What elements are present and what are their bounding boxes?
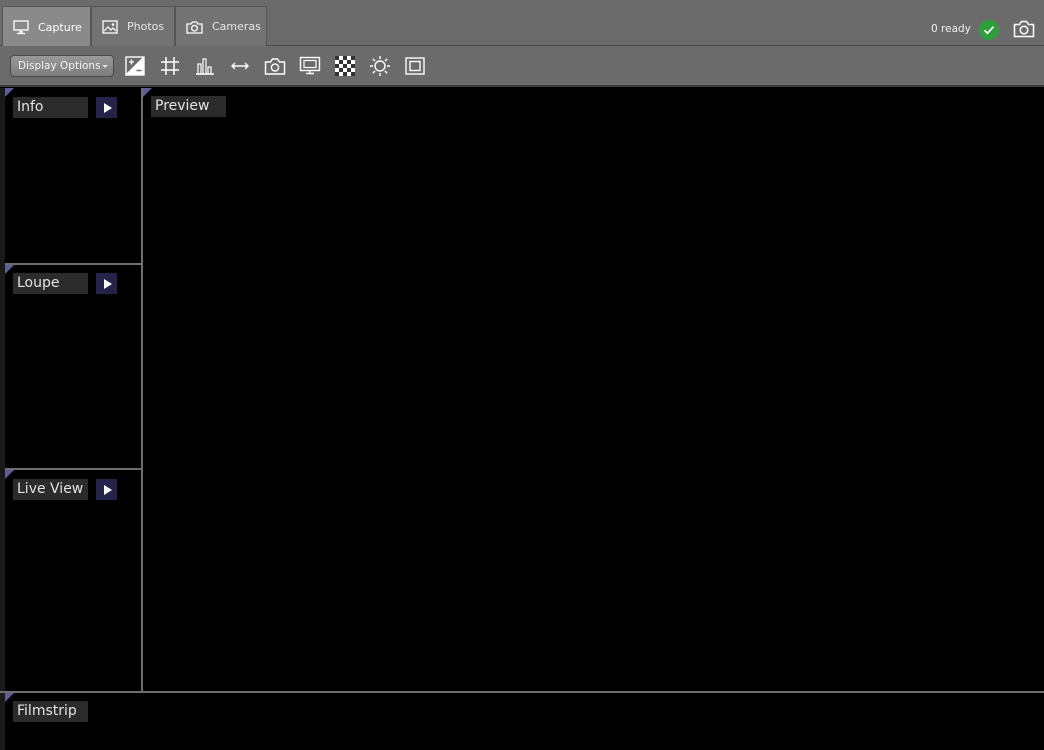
preview-screen-icon[interactable]	[299, 55, 321, 77]
loupe-panel: Loupe	[5, 265, 141, 468]
play-arrow-icon	[103, 484, 112, 495]
loupe-panel-title: Loupe	[13, 273, 88, 294]
loupe-expand-button[interactable]	[96, 273, 117, 294]
crop-frame-icon[interactable]	[404, 55, 426, 77]
check-icon	[983, 26, 995, 35]
preview-panel: Preview	[143, 88, 1044, 691]
panel-corner-marker	[5, 88, 14, 97]
info-panel-title: Info	[13, 97, 88, 118]
display-options-label: Display Options	[18, 60, 101, 72]
info-panel: Info	[5, 88, 141, 263]
display-options-dropdown[interactable]: Display Options	[10, 55, 114, 77]
histogram-icon[interactable]	[194, 55, 216, 77]
camera-icon	[186, 20, 203, 34]
chevron-down-icon	[102, 65, 108, 68]
toolbar: Display Options	[0, 46, 1044, 87]
camera-capture-icon[interactable]	[1013, 19, 1035, 38]
tab-cameras-label: Cameras	[212, 20, 261, 33]
image-icon	[102, 19, 118, 34]
tab-photos-label: Photos	[127, 20, 165, 33]
live-view-expand-button[interactable]	[96, 479, 117, 500]
capture-snapshot-icon[interactable]	[264, 55, 286, 77]
play-arrow-icon	[103, 278, 112, 289]
monitor-icon	[13, 19, 29, 34]
ready-status-text: 0 ready	[931, 23, 971, 35]
filmstrip-panel: Filmstrip	[5, 693, 1044, 750]
tab-photos[interactable]: Photos	[91, 6, 175, 46]
live-view-panel-title: Live View	[13, 479, 88, 500]
brightness-icon[interactable]	[369, 55, 391, 77]
info-expand-button[interactable]	[96, 97, 117, 118]
panel-corner-marker	[5, 470, 14, 479]
filmstrip-panel-title: Filmstrip	[13, 701, 88, 722]
top-bar: Capture Photos Cameras 0 ready	[0, 0, 1044, 47]
play-arrow-icon	[103, 102, 112, 113]
tab-capture-label: Capture	[38, 20, 82, 34]
ready-status-badge	[979, 20, 999, 40]
checkerboard-icon[interactable]	[334, 55, 356, 77]
live-view-panel: Live View	[5, 470, 141, 691]
exposure-icon[interactable]	[124, 55, 146, 77]
tab-cameras[interactable]: Cameras	[175, 6, 267, 46]
fit-width-icon[interactable]	[229, 55, 251, 77]
tab-capture[interactable]: Capture	[2, 6, 91, 47]
preview-panel-title: Preview	[151, 96, 226, 117]
grid-icon[interactable]	[159, 55, 181, 77]
